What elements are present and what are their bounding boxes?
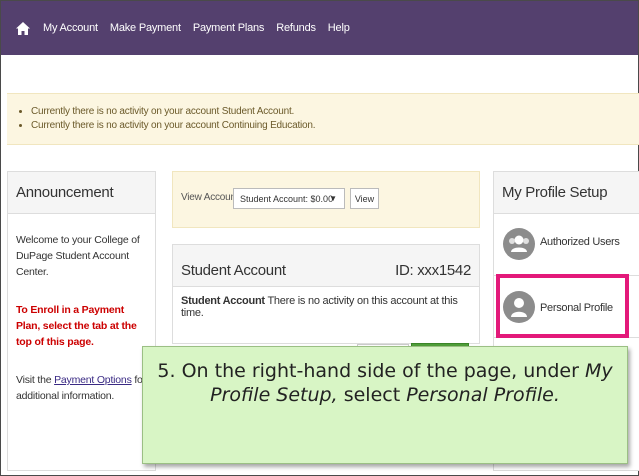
nav-payment-plans[interactable]: Payment Plans [193,22,265,34]
account-select[interactable]: Student Account: $0.00 ▼ [233,188,345,209]
personal-profile-highlight [496,274,629,338]
nav-my-account[interactable]: My Account [43,22,98,34]
caret-down-icon: ▼ [329,194,337,203]
activity-alert: Currently there is no activity on your a… [7,93,639,145]
student-account-panel: Student Account ID: xxx1542 Student Acco… [172,244,480,344]
instruction-text: 5. On the right-hand side of the page, u… [157,360,613,406]
student-account-title: Student Account [181,262,286,279]
instruction-callout: 5. On the right-hand side of the page, u… [142,346,628,464]
nav-refunds[interactable]: Refunds [276,22,316,34]
announcement-panel: Announcement Welcome to your College of … [7,171,156,471]
view-button[interactable]: View [350,188,379,209]
view-account-bar: View Account: Student Account: $0.00 ▼ V… [172,171,480,228]
authorized-users-item[interactable]: Authorized Users [494,214,639,276]
announcement-title: Announcement [8,172,155,214]
profile-setup-title: My Profile Setup [494,172,639,214]
alert-message: Currently there is no activity on your a… [31,105,639,119]
alert-message: Currently there is no activity on your a… [31,119,639,133]
nav-help[interactable]: Help [328,22,350,34]
account-activity-message: Student Account There is no activity on … [181,295,458,319]
nav-make-payment[interactable]: Make Payment [110,22,181,34]
top-navbar: My Account Make Payment Payment Plans Re… [1,1,638,55]
enroll-instructions: To Enroll in a Payment Plan, select the … [16,304,137,348]
payment-options-text: Visit the Payment Options for additional… [16,374,146,402]
authorized-users-label: Authorized Users [540,236,620,248]
student-id: ID: xxx1542 [395,262,471,279]
welcome-text: Welcome to your College of DuPage Studen… [16,234,140,278]
payment-options-link[interactable]: Payment Options [54,374,132,386]
users-group-icon [503,228,535,260]
home-icon[interactable] [15,21,31,36]
